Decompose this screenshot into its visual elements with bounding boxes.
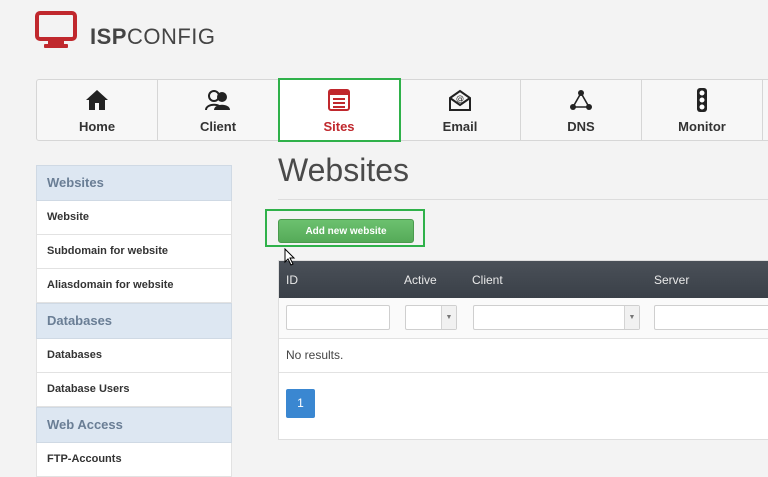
- sidebar-heading-websites: Websites: [36, 165, 232, 201]
- client-icon: [205, 89, 230, 110]
- column-header-active[interactable]: Active: [404, 273, 437, 287]
- client-filter-select[interactable]: ▼: [473, 305, 640, 330]
- nav-email[interactable]: @ Email: [400, 80, 521, 140]
- column-header-client[interactable]: Client: [472, 273, 503, 287]
- chevron-down-icon: ▼: [441, 306, 456, 329]
- logo-text: ISPCONFIG: [90, 24, 216, 49]
- nav-email-label: Email: [442, 118, 478, 134]
- no-results-text: No results.: [279, 339, 768, 373]
- id-filter-input[interactable]: [286, 305, 390, 330]
- nav-home[interactable]: Home: [37, 80, 158, 140]
- sites-icon: [328, 88, 350, 111]
- chevron-down-icon: ▼: [624, 306, 639, 329]
- dns-icon: [570, 89, 592, 110]
- mouse-cursor-icon: [284, 248, 296, 266]
- nav-monitor-label: Monitor: [678, 118, 726, 134]
- sidebar-item-databases[interactable]: Databases: [36, 339, 232, 373]
- svg-text:@: @: [456, 94, 464, 103]
- nav-sites[interactable]: Sites: [278, 78, 401, 142]
- logo-monitor-icon: [35, 11, 77, 48]
- sidebar-item-website[interactable]: Website: [36, 201, 232, 235]
- websites-table: ID Active Client Server ▼ ▼ No results. …: [278, 260, 768, 440]
- server-filter-select[interactable]: [654, 305, 768, 330]
- page-title: Websites: [278, 152, 410, 188]
- nav-client-label: Client: [199, 118, 237, 134]
- pagination-page-button[interactable]: 1: [286, 389, 315, 418]
- active-filter-select[interactable]: ▼: [405, 305, 457, 330]
- nav-dns-label: DNS: [567, 118, 595, 134]
- table-header: ID Active Client Server: [279, 261, 768, 298]
- sidebar-item-subdomain[interactable]: Subdomain for website: [36, 235, 232, 269]
- sidebar: Websites Website Subdomain for website A…: [36, 165, 232, 477]
- nav-sites-label: Sites: [323, 118, 355, 134]
- column-header-server[interactable]: Server: [654, 273, 689, 287]
- nav-home-label: Home: [78, 118, 116, 134]
- title-divider: [278, 199, 768, 200]
- filter-row: ▼ ▼: [279, 298, 768, 339]
- nav-monitor[interactable]: Monitor: [642, 80, 763, 140]
- nav-dns[interactable]: DNS: [521, 80, 642, 140]
- add-new-website-button[interactable]: Add new website: [278, 219, 414, 243]
- column-header-id[interactable]: ID: [286, 273, 298, 287]
- sidebar-item-database-users[interactable]: Database Users: [36, 373, 232, 407]
- home-icon: [86, 89, 108, 110]
- email-icon: @: [449, 89, 471, 111]
- sidebar-heading-web-access: Web Access: [36, 407, 232, 443]
- nav-client[interactable]: Client: [158, 80, 279, 140]
- main-nav: Home Client Sites @ Email DNS Monitor: [36, 78, 768, 142]
- sidebar-item-aliasdomain[interactable]: Aliasdomain for website: [36, 269, 232, 303]
- monitor-icon: [697, 87, 707, 112]
- ispconfig-logo[interactable]: ISPCONFIG: [34, 10, 234, 50]
- sidebar-heading-databases: Databases: [36, 303, 232, 339]
